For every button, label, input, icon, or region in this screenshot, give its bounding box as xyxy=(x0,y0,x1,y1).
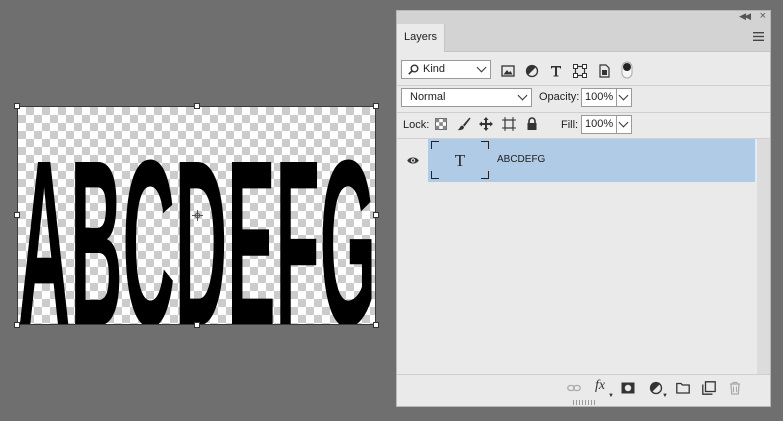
panel-title-strip: ◀◀ × xyxy=(397,10,770,24)
layer-row[interactable]: T ABCDEFG xyxy=(428,139,755,182)
opacity-dropdown-button[interactable] xyxy=(616,88,632,107)
fill-input[interactable]: 100% xyxy=(581,115,617,134)
filter-toggle-icon[interactable] xyxy=(621,61,633,79)
shape-filter-icon[interactable] xyxy=(573,64,587,78)
handle-top-right[interactable] xyxy=(373,103,379,109)
thumb-glyph: T xyxy=(455,151,466,170)
lock-artboard-icon[interactable] xyxy=(502,117,516,131)
handle-top-left[interactable] xyxy=(14,103,20,109)
lock-all-icon[interactable] xyxy=(525,117,539,131)
divider xyxy=(397,112,770,113)
search-icon xyxy=(408,64,419,75)
lock-label: Lock: xyxy=(403,119,430,131)
blend-mode-select[interactable]: Normal xyxy=(401,88,532,107)
new-layer-icon[interactable] xyxy=(702,381,716,395)
handle-bottom-center[interactable] xyxy=(194,322,200,328)
chevron-down-icon xyxy=(618,90,629,101)
blend-mode-value: Normal xyxy=(410,91,446,103)
chevron-down-icon xyxy=(476,62,487,73)
opacity-input[interactable]: 100% xyxy=(581,88,617,107)
hamburger-menu-icon[interactable] xyxy=(753,32,764,41)
layers-scrollbar[interactable] xyxy=(757,139,770,374)
handle-top-center[interactable] xyxy=(194,103,200,109)
layers-list: T ABCDEFG xyxy=(397,139,757,374)
smart-object-filter-icon[interactable] xyxy=(597,64,611,78)
close-icon[interactable]: × xyxy=(760,10,766,22)
adjustment-icon[interactable] xyxy=(649,381,663,395)
chevron-down-icon xyxy=(618,117,629,128)
tab-layers[interactable]: Layers xyxy=(397,24,445,52)
fx-dropdown-indicator: ▼ xyxy=(608,393,614,399)
handle-bottom-right[interactable] xyxy=(373,322,379,328)
filter-kind-select[interactable]: Kind xyxy=(401,60,491,79)
chevron-down-icon xyxy=(517,90,528,101)
divider xyxy=(397,85,770,86)
adjustment-filter-icon[interactable] xyxy=(525,64,539,78)
handle-middle-left[interactable] xyxy=(14,212,20,218)
handle-bottom-left[interactable] xyxy=(14,322,20,328)
opacity-value: 100% xyxy=(585,91,614,103)
layers-footer: fx ▼ ▼ xyxy=(397,374,770,401)
type-filter-icon[interactable] xyxy=(549,64,563,78)
layer-name: ABCDEFG xyxy=(497,154,546,165)
handle-middle-right[interactable] xyxy=(373,212,379,218)
trash-icon[interactable] xyxy=(728,381,742,395)
pixel-filter-icon[interactable] xyxy=(501,64,515,78)
fill-dropdown-button[interactable] xyxy=(616,115,632,134)
filter-kind-label: Kind xyxy=(423,63,446,75)
fill-label: Fill: xyxy=(561,119,579,131)
adjustment-dropdown-indicator: ▼ xyxy=(662,393,668,399)
layers-panel: ◀◀ × Layers Kind Normal Opacity: 100% Lo… xyxy=(396,10,771,407)
fx-icon[interactable]: fx xyxy=(595,378,609,393)
layer-visibility-toggle[interactable] xyxy=(397,139,428,182)
link-icon[interactable] xyxy=(567,381,581,395)
panel-resize-grip[interactable] xyxy=(573,400,595,405)
folder-icon[interactable] xyxy=(676,381,690,395)
double-chevron-icon[interactable]: ◀◀ xyxy=(739,11,751,22)
panel-tabbar: Layers xyxy=(397,24,770,52)
lock-position-icon[interactable] xyxy=(479,117,493,131)
lock-image-pixels-icon[interactable] xyxy=(457,117,471,131)
fill-value: 100% xyxy=(585,118,614,130)
text-layer-thumbnail: T xyxy=(431,141,489,179)
opacity-label: Opacity: xyxy=(539,91,580,103)
mask-icon[interactable] xyxy=(621,381,635,395)
reference-point-icon[interactable] xyxy=(192,210,203,221)
eye-icon xyxy=(407,157,419,164)
lock-transparent-pixels-icon[interactable] xyxy=(435,118,447,130)
